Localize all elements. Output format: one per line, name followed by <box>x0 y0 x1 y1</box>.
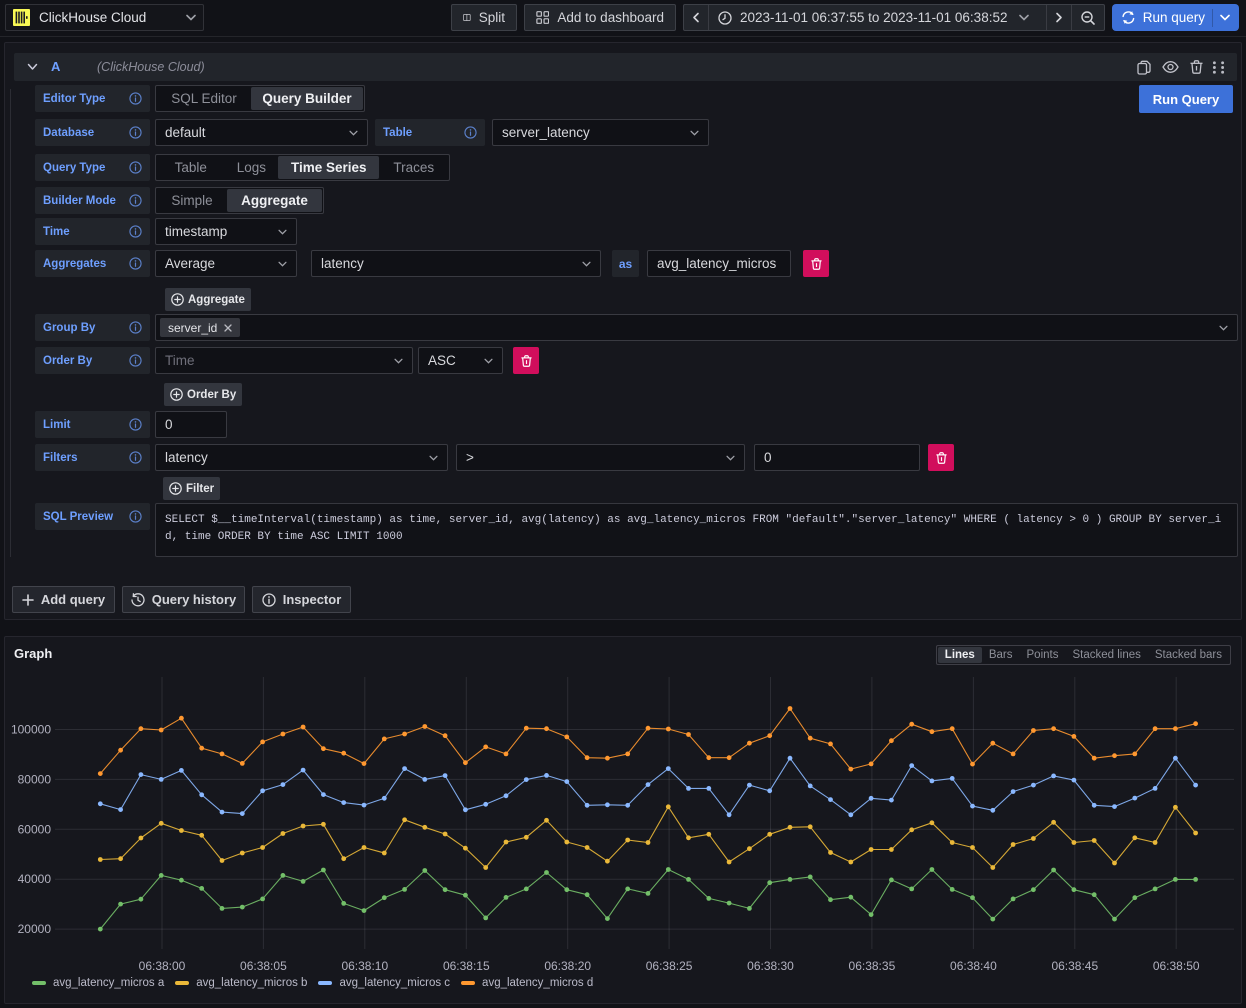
svg-text:100000: 100000 <box>11 723 51 737</box>
svg-text:06:38:05: 06:38:05 <box>240 959 287 973</box>
svg-text:60000: 60000 <box>18 822 52 836</box>
svg-text:06:38:45: 06:38:45 <box>1051 959 1098 973</box>
svg-text:06:38:15: 06:38:15 <box>443 959 490 973</box>
svg-text:40000: 40000 <box>18 872 52 886</box>
svg-text:06:38:00: 06:38:00 <box>139 959 186 973</box>
svg-text:06:38:35: 06:38:35 <box>849 959 896 973</box>
svg-text:06:38:20: 06:38:20 <box>544 959 591 973</box>
svg-text:80000: 80000 <box>18 772 52 786</box>
svg-text:20000: 20000 <box>18 922 52 936</box>
svg-text:06:38:25: 06:38:25 <box>646 959 693 973</box>
svg-text:06:38:50: 06:38:50 <box>1153 959 1200 973</box>
svg-text:06:38:30: 06:38:30 <box>747 959 794 973</box>
svg-text:06:38:40: 06:38:40 <box>950 959 997 973</box>
svg-text:06:38:10: 06:38:10 <box>341 959 388 973</box>
